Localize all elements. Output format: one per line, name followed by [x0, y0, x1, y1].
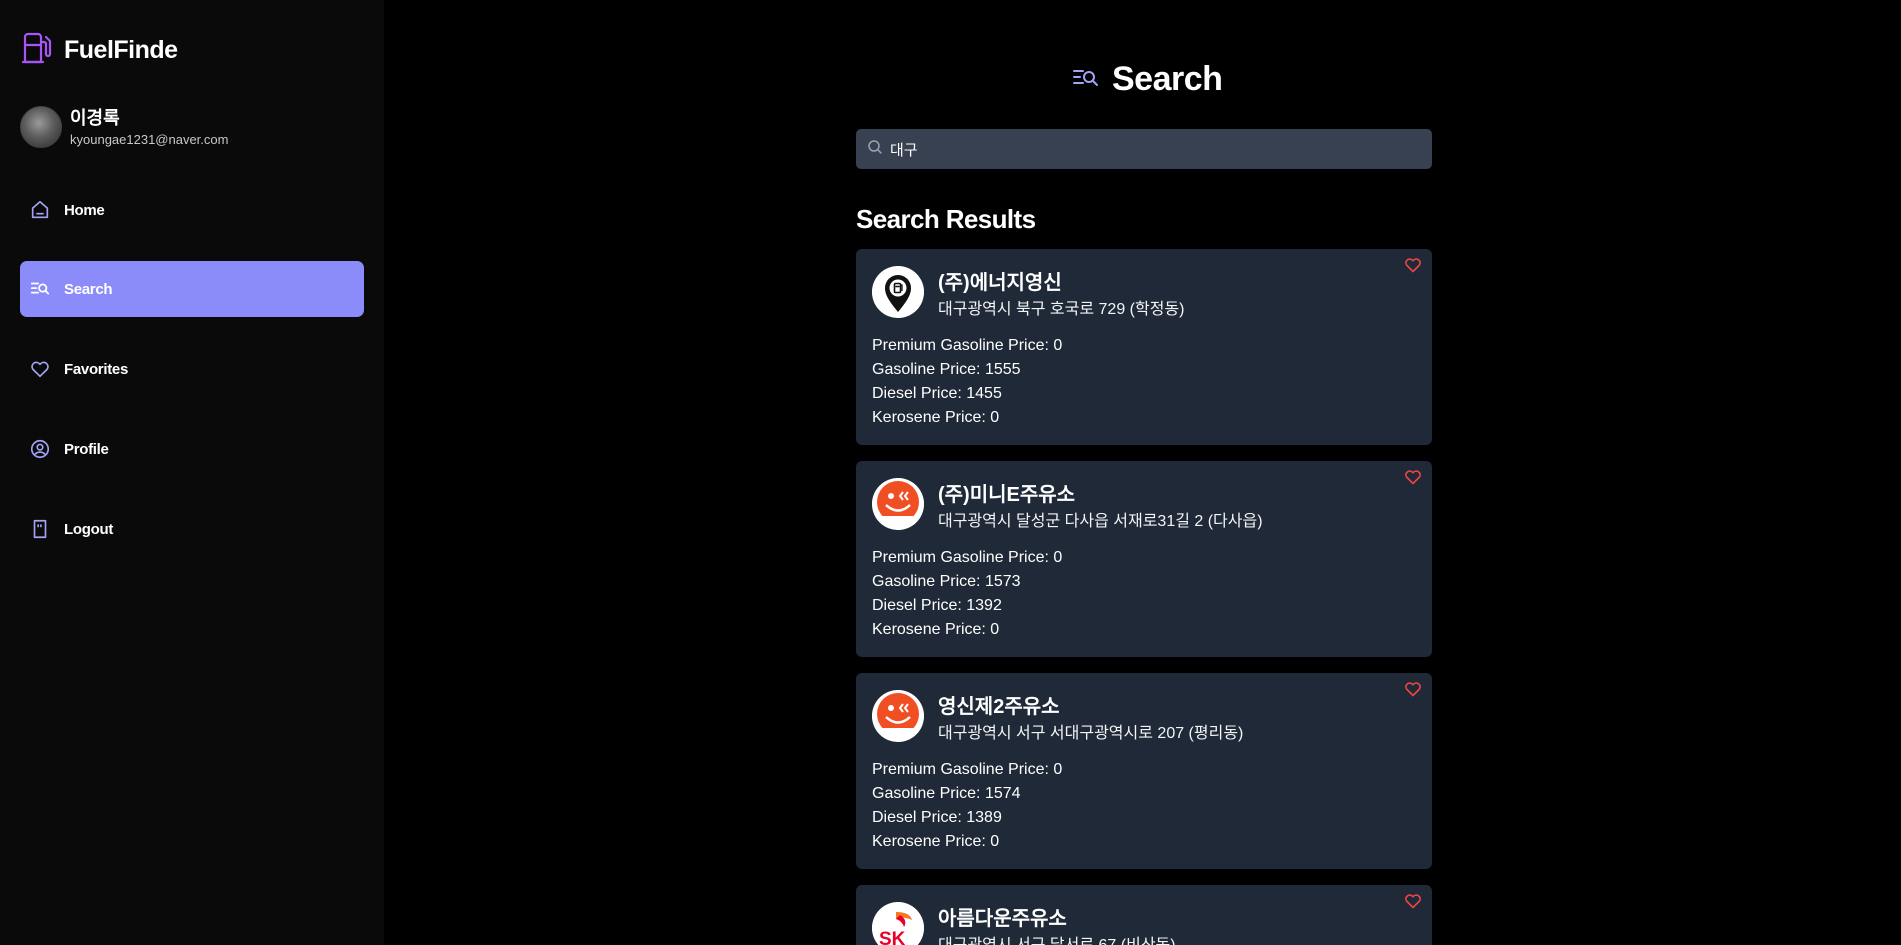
search-list-icon	[29, 278, 51, 300]
user-email: kyoungae1231@naver.com	[70, 131, 229, 147]
search-icon	[856, 139, 883, 160]
station-name: (주)에너지영신	[938, 272, 1062, 294]
price-list: Premium Gasoline Price: 0 Gasoline Price…	[872, 758, 1062, 854]
nav-item-favorites[interactable]: Favorites	[20, 341, 364, 397]
station-address: 대구광역시 북구 호국로 729 (학정동)	[938, 301, 1185, 318]
favorite-heart-icon[interactable]	[1404, 893, 1422, 909]
brand[interactable]: FuelFinde	[21, 32, 178, 69]
result-card[interactable]: 영신제2주유소 대구광역시 서구 서대구광역시로 207 (평리동) Premi…	[856, 673, 1432, 869]
nav-item-logout[interactable]: Logout	[20, 501, 364, 557]
nav-label: Home	[64, 201, 105, 219]
user-circle-icon	[29, 438, 51, 460]
nav-label: Logout	[64, 520, 114, 538]
nav-item-profile[interactable]: Profile	[20, 421, 364, 477]
premium-price: Premium Gasoline Price: 0	[872, 337, 1063, 354]
sk-logo: SK	[872, 902, 924, 945]
kerosene-price: Kerosene Price: 0	[872, 621, 1000, 638]
alddle-station-logo	[872, 478, 924, 530]
station-name: (주)미니E주유소	[938, 484, 1076, 506]
alddle-station-logo	[872, 690, 924, 742]
nav-item-home[interactable]: Home	[20, 182, 364, 238]
page-title-text: Search	[1112, 60, 1223, 98]
user-name: 이경록	[70, 107, 120, 128]
result-card[interactable]: (주)에너지영신 대구광역시 북구 호국로 729 (학정동) Premium …	[856, 249, 1432, 445]
station-address: 대구광역시 서구 달서로 67 (비산동)	[938, 931, 1176, 945]
gasoline-price: Gasoline Price: 1574	[872, 785, 1021, 802]
premium-price: Premium Gasoline Price: 0	[872, 761, 1063, 778]
station-name: 아름다운주유소	[938, 908, 1067, 930]
result-card[interactable]: (주)미니E주유소 대구광역시 달성군 다사읍 서재로31길 2 (다사읍) P…	[856, 461, 1432, 657]
nav-item-search[interactable]: Search	[20, 261, 364, 317]
logout-icon	[29, 518, 51, 540]
kerosene-price: Kerosene Price: 0	[872, 409, 1000, 426]
premium-price: Premium Gasoline Price: 0	[872, 549, 1063, 566]
svg-text:SK: SK	[879, 929, 906, 945]
station-address: 대구광역시 달성군 다사읍 서재로31길 2 (다사읍)	[938, 513, 1263, 530]
home-icon	[29, 199, 51, 221]
gasoline-price: Gasoline Price: 1555	[872, 361, 1021, 378]
brand-name: FuelFinde	[64, 36, 178, 64]
station-name: 영신제2주유소	[938, 696, 1060, 718]
heart-icon	[29, 358, 51, 380]
kerosene-price: Kerosene Price: 0	[872, 833, 1000, 850]
favorite-heart-icon[interactable]	[1404, 681, 1422, 697]
diesel-price: Diesel Price: 1389	[872, 809, 1002, 826]
station-address: 대구광역시 서구 서대구광역시로 207 (평리동)	[938, 725, 1244, 742]
result-card[interactable]: SK 아름다운주유소 대구광역시 서구 달서로 67 (비산동)	[856, 885, 1432, 945]
nav-label: Profile	[64, 440, 109, 458]
price-list: Premium Gasoline Price: 0 Gasoline Price…	[872, 334, 1062, 430]
nav-label: Favorites	[64, 360, 128, 378]
avatar	[20, 106, 62, 148]
nav-label: Search	[64, 280, 113, 298]
favorite-heart-icon[interactable]	[1404, 257, 1422, 273]
diesel-price: Diesel Price: 1392	[872, 597, 1002, 614]
user-info: 이경록 kyoungae1231@naver.com	[20, 106, 228, 148]
fuel-pump-icon	[21, 32, 52, 69]
results-heading: Search Results	[856, 204, 1036, 234]
search-input[interactable]	[888, 139, 1412, 159]
gasoline-price: Gasoline Price: 1573	[872, 573, 1021, 590]
search-list-icon	[1072, 65, 1100, 94]
page-title: Search	[1072, 60, 1223, 99]
favorite-heart-icon[interactable]	[1404, 469, 1422, 485]
price-list: Premium Gasoline Price: 0 Gasoline Price…	[872, 546, 1062, 642]
diesel-price: Diesel Price: 1455	[872, 385, 1002, 402]
sidebar: FuelFinde 이경록 kyoungae1231@naver.com Hom…	[0, 0, 384, 945]
fuel-pin-icon	[872, 266, 924, 318]
search-bar[interactable]	[856, 129, 1432, 169]
